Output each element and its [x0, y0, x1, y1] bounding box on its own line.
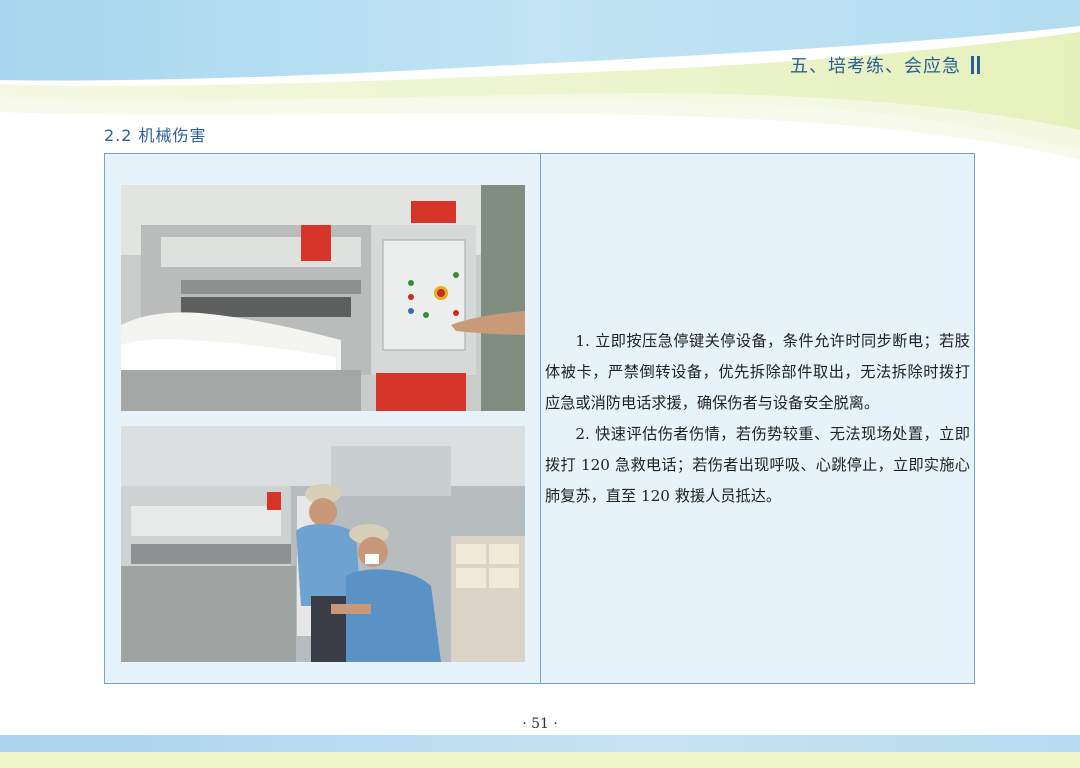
photo-cell [105, 154, 541, 683]
header-bar-mark [971, 56, 980, 74]
page-number: · 51 · [522, 716, 558, 732]
step-paragraph-2: 2. 快速评估伤者伤情，若伤势较重、无法现场处置，立即拨打 120 急救电话；若… [545, 424, 970, 505]
chapter-header: 五、培考练、会应急 [790, 52, 980, 78]
footer-strip [0, 752, 1080, 768]
workers-photo-bottom [121, 426, 525, 662]
chapter-title: 五、培考练、会应急 [790, 56, 961, 77]
text-cell: 1. 立即按压急停键关停设备，条件允许时同步断电；若肢体被卡，严禁倒转设备，优先… [541, 154, 974, 683]
step-paragraph-1: 1. 立即按压急停键关停设备，条件允许时同步断电；若肢体被卡，严禁倒转设备，优先… [545, 331, 970, 412]
section-title: 2.2 机械伤害 [104, 126, 207, 145]
machine-photo-top [121, 185, 525, 411]
content-table: 1. 立即按压急停键关停设备，条件允许时同步断电；若肢体被卡，严禁倒转设备，优先… [104, 153, 975, 684]
emergency-steps: 1. 立即按压急停键关停设备，条件允许时同步断电；若肢体被卡，严禁倒转设备，优先… [545, 326, 970, 512]
footer-band [0, 735, 1080, 752]
